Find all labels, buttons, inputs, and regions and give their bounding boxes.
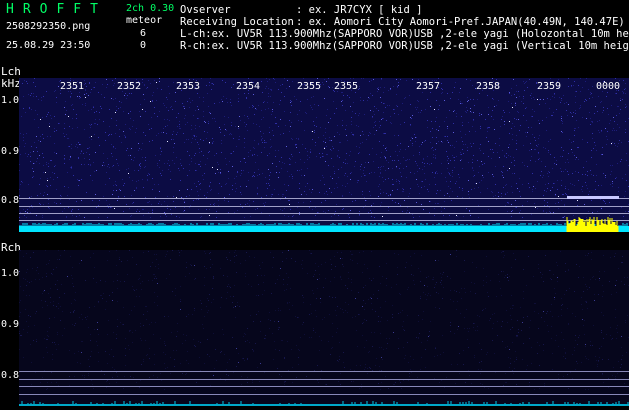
time-label-2351: 2351 [60, 81, 85, 92]
lch-label: Lch [1, 65, 21, 78]
rch-level-baseline [19, 404, 629, 406]
time-label-2355b: 2355 [334, 81, 359, 92]
meteor-lch-count: 6 [140, 28, 147, 39]
meteor-rch-count: 0 [140, 40, 147, 51]
rch-ytick-0-8: 0.8 [1, 370, 20, 381]
rch-waterfall-canvas [19, 250, 629, 406]
time-label-2357: 2357 [416, 81, 441, 92]
khz-unit: kHz [1, 77, 21, 90]
time-label-2359: 2359 [537, 81, 562, 92]
capture-datetime: 25.08.29 23:50 [6, 40, 91, 51]
meteor-label: meteor [126, 15, 163, 26]
time-label-2355a: 2355 [297, 81, 322, 92]
time-label-2352: 2352 [117, 81, 142, 92]
lch-level-baseline [19, 226, 629, 232]
rch-receiver-line: R-ch:ex. UV5R 113.900Mhz(SAPPORO VOR)USB… [180, 40, 629, 52]
image-filename: 2508292350.png [6, 21, 91, 32]
lch-waterfall [19, 78, 629, 232]
rch-background [19, 250, 629, 406]
app-logo: HROFFT [6, 2, 107, 17]
location-value: : ex. Aomori City Aomori-Pref.JAPAN(40.4… [296, 16, 625, 28]
meteor-trace [567, 196, 619, 199]
channel-mode: 2ch 0.30 [126, 3, 175, 14]
rch-label: Rch [1, 241, 21, 254]
lch-ytick-0-8: 0.8 [1, 195, 20, 206]
time-label-0000: 0000 [596, 81, 621, 92]
observer-value: : ex. JR7CYX [ kid ] [296, 4, 423, 16]
rch-ytick-1-0: 1.0 [1, 268, 20, 279]
lch-ytick-1-0: 1.0 [1, 95, 20, 106]
lch-ytick-0-9: 0.9 [1, 146, 20, 157]
lch-receiver-line: L-ch:ex. UV5R 113.900Mhz(SAPPORO VOR)USB… [180, 28, 629, 40]
location-label: Receiving Location [180, 16, 294, 28]
meteor-burst [566, 217, 619, 232]
time-label-2354: 2354 [236, 81, 261, 92]
observer-label: Ovserver [180, 4, 231, 16]
rch-ytick-0-9: 0.9 [1, 319, 20, 330]
time-label-2358: 2358 [476, 81, 501, 92]
rch-waterfall [19, 250, 629, 406]
time-label-2353: 2353 [176, 81, 201, 92]
lch-waterfall-canvas [19, 78, 629, 232]
